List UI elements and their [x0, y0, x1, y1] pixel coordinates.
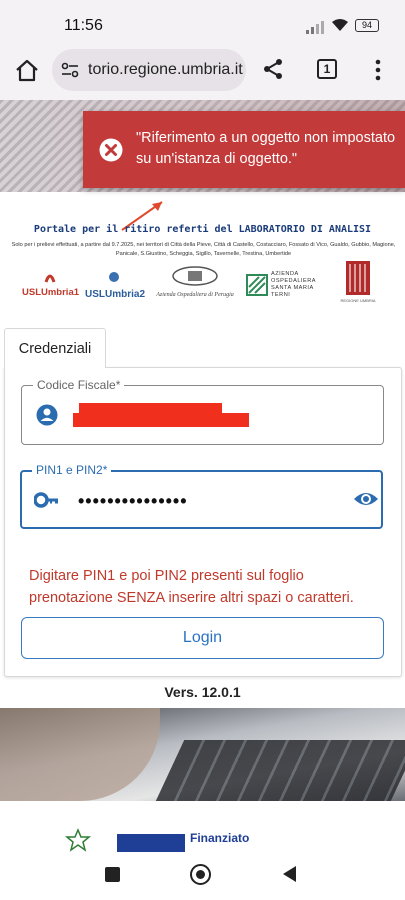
share-icon[interactable]: [262, 58, 284, 80]
aop-logo-text: Azienda Ospedaliera di Perugia: [156, 292, 234, 298]
pin-hint-text: Digitare PIN1 e poi PIN2 presenti sul fo…: [29, 568, 354, 606]
error-close-icon[interactable]: [99, 138, 123, 162]
usl-umbria-2-logo: USLUmbria2: [85, 270, 146, 302]
more-options-icon[interactable]: [375, 59, 381, 81]
codice-fiscale-label: Codice Fiscale*: [33, 378, 125, 392]
eu-funding-text: Finanziato: [190, 831, 250, 845]
regione-umbria-logo: REGIONE UMBRIA: [338, 260, 378, 306]
santa-maria-terni-logo: AZIENDA OSPEDALIERA SANTA MARIA TERNI: [246, 270, 322, 300]
portal-note: Solo per i prelievi effettuati, a partir…: [11, 242, 396, 257]
italian-republic-emblem-icon: [64, 828, 92, 852]
wifi-icon: [332, 19, 348, 31]
usl-umbria-1-logo: USLUmbria1: [22, 268, 80, 304]
login-button[interactable]: Login: [21, 617, 384, 659]
user-icon: [36, 404, 58, 426]
status-time: 11:56: [64, 17, 103, 34]
back-icon[interactable]: [283, 866, 296, 882]
site-settings-icon[interactable]: [61, 62, 79, 78]
battery-icon: 94: [355, 19, 379, 32]
recent-apps-icon[interactable]: [105, 867, 120, 882]
redaction-mark: [73, 413, 249, 427]
pin-field[interactable]: [20, 470, 383, 529]
tab-switcher-button[interactable]: 1: [317, 59, 337, 79]
regione-logo-text: REGIONE UMBRIA: [340, 298, 376, 303]
pin-input[interactable]: •••••••••••••••: [78, 491, 188, 512]
azienda-ospedaliera-perugia-logo: Azienda Ospedaliera di Perugia: [150, 266, 240, 302]
tab-credenziali[interactable]: Credenziali: [4, 328, 106, 368]
laptop-image-keyboard: [155, 740, 405, 801]
show-password-eye-icon[interactable]: [353, 489, 379, 509]
version-label: Vers. 12.0.1: [164, 684, 241, 700]
error-toast-message: "Riferimento a un oggetto non impostato …: [136, 130, 396, 167]
home-icon[interactable]: [14, 58, 40, 82]
redaction-mark: [79, 403, 222, 413]
signal-icon: [306, 21, 324, 34]
usl1-logo-text: USLUmbria1: [22, 287, 80, 298]
eu-flag-icon: [117, 834, 185, 852]
usl2-logo-text: USLUmbria2: [85, 289, 146, 300]
pin-label: PIN1 e PIN2*: [32, 463, 112, 477]
sm-logo-text: AZIENDA OSPEDALIERA SANTA MARIA TERNI: [271, 271, 316, 298]
home-nav-dot: [196, 870, 205, 879]
key-icon: [34, 492, 58, 508]
url-text[interactable]: torio.regione.umbria.it: [88, 61, 243, 79]
portal-title: Portale per il ritiro referti del LABORA…: [33, 224, 372, 235]
